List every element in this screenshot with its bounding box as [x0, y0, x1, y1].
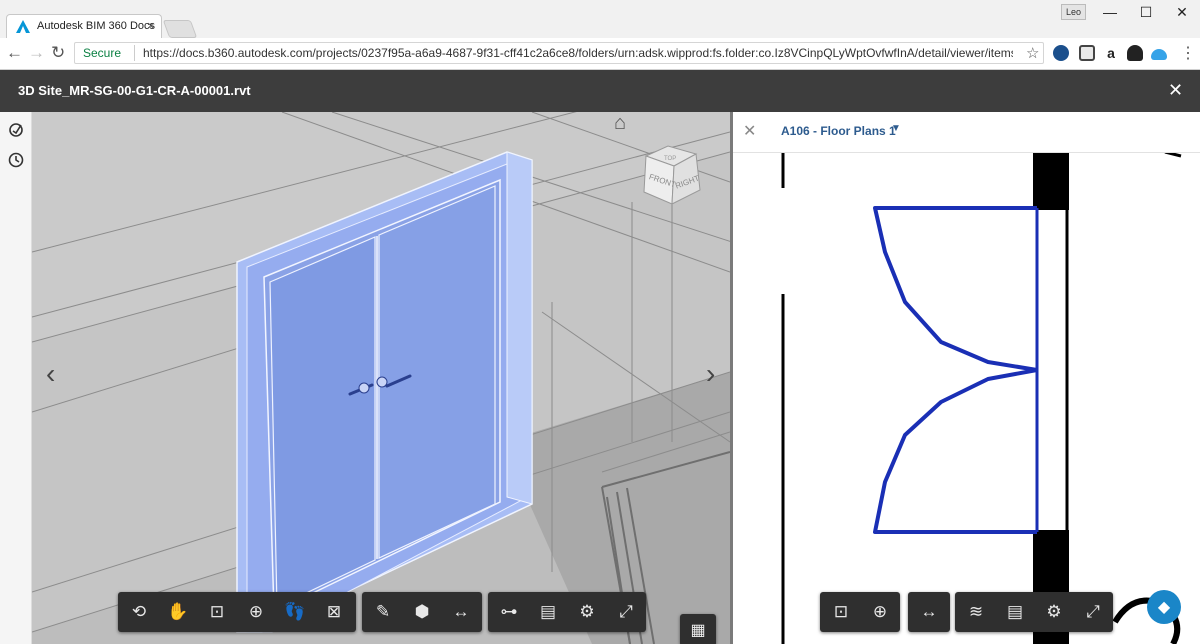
fit-to-view-icon[interactable]: ⊡ — [198, 592, 236, 632]
extension-globe-icon[interactable] — [1053, 45, 1069, 61]
markup-icon[interactable]: ✎ — [364, 592, 402, 632]
browser-tabstrip: Autodesk BIM 360 Docs × Leo — ☐ ✕ — [0, 0, 1200, 38]
browser-menu-icon[interactable]: ⋮ — [1180, 43, 1196, 63]
measure-toolbar-2d: ↔ — [908, 592, 950, 632]
settings-toolbar-2d: ≋ ▤ ⚙ ⤢ — [955, 592, 1113, 632]
fullscreen-icon[interactable]: ⤢ — [607, 592, 645, 632]
profile-chip[interactable]: Leo — [1061, 4, 1087, 20]
home-view-icon[interactable]: ⌂ — [614, 112, 626, 135]
properties-icon[interactable]: ▤ — [996, 592, 1034, 632]
chevron-down-icon[interactable]: ▼ — [891, 123, 901, 134]
window-close-icon[interactable]: ✕ — [1172, 4, 1192, 21]
first-person-icon[interactable]: 👣 — [276, 592, 314, 632]
navigation-toolbar-2d: ⊡ ⊕ — [820, 592, 900, 632]
properties-icon[interactable]: ▤ — [529, 592, 567, 632]
viewer-2d-pane: ✕ A106 - Floor Plans 1 ▼ ⊡ ⊕ ↔ ≋ ▤ ⚙ ⤢ ◆ — [733, 112, 1200, 644]
tab-close-icon[interactable]: × — [147, 18, 155, 33]
floor-plan-canvas[interactable] — [733, 152, 1200, 644]
settings-icon[interactable]: ⚙ — [1035, 592, 1073, 632]
autodesk-logo-icon — [16, 20, 30, 33]
zoom-window-icon[interactable]: ⊕ — [237, 592, 275, 632]
back-icon[interactable]: ← — [6, 43, 23, 63]
measure-icon[interactable]: ↔ — [910, 592, 948, 632]
next-view-icon[interactable]: › — [706, 358, 715, 390]
viewcube[interactable]: FRONT RIGHT TOP — [638, 142, 706, 210]
orbit-icon[interactable]: ⟲ — [120, 592, 158, 632]
cloud-icon[interactable] — [1151, 49, 1167, 60]
measure-icon[interactable]: ↔ — [442, 592, 480, 632]
sheet-header: ✕ A106 - Floor Plans 1 ▼ — [733, 112, 1200, 153]
maximize-icon[interactable]: ☐ — [1136, 4, 1156, 21]
navigation-toolbar: ⟲ ✋ ⊡ ⊕ 👣 ⊠ — [118, 592, 356, 632]
modeling-toolbar: ✎ ⬢ ↔ — [362, 592, 482, 632]
reload-icon[interactable]: ↻ — [51, 43, 65, 63]
viewer-header: 3D Site_MR-SG-00-G1-CR-A-00001.rvt ✕ — [0, 70, 1200, 112]
url-divider — [134, 45, 135, 61]
browser-tab[interactable]: Autodesk BIM 360 Docs × — [6, 14, 162, 38]
tab-title: Autodesk BIM 360 Docs — [37, 20, 156, 32]
extension-shield-icon[interactable] — [1127, 45, 1143, 61]
markup-rail-icon[interactable] — [8, 122, 24, 138]
model-browser-icon[interactable]: ⊶ — [490, 592, 528, 632]
fullscreen-icon[interactable]: ⤢ — [1074, 592, 1112, 632]
previous-view-icon[interactable]: ‹ — [46, 358, 55, 390]
help-learning-icon[interactable]: ◆ — [1147, 590, 1181, 624]
minimize-icon[interactable]: — — [1100, 4, 1120, 20]
layers-icon[interactable]: ≋ — [957, 592, 995, 632]
model-3d-scene — [32, 112, 730, 644]
bookmark-star-icon[interactable]: ☆ — [1026, 44, 1039, 62]
sheet-close-icon[interactable]: ✕ — [743, 121, 756, 141]
viewer-3d-canvas[interactable]: ⌂ FRONT RIGHT TOP ‹ › ⟲ ✋ ⊡ ⊕ 👣 ⊠ ✎ ⬢ ↔ ⊶ ▤ ⚙ ⤢ ▦ — [32, 112, 730, 644]
new-tab-button[interactable] — [162, 20, 198, 38]
fit-to-view-icon[interactable]: ⊡ — [822, 592, 860, 632]
viewcube-top-label: TOP — [664, 156, 676, 162]
section-box-icon[interactable]: ⊠ — [315, 592, 353, 632]
forward-icon[interactable]: → — [28, 43, 45, 63]
address-bar[interactable]: Secure https://docs.b360.autodesk.com/pr… — [74, 42, 1044, 64]
amazon-icon[interactable]: a — [1103, 45, 1119, 61]
settings-toolbar: ⊶ ▤ ⚙ ⤢ — [488, 592, 646, 632]
viewer-close-icon[interactable]: ✕ — [1168, 80, 1183, 101]
history-clock-icon[interactable] — [8, 152, 24, 168]
sheet-selector[interactable]: A106 - Floor Plans 1 — [781, 124, 896, 138]
pocket-icon[interactable] — [1079, 45, 1095, 61]
zoom-window-icon[interactable]: ⊕ — [861, 592, 899, 632]
settings-icon[interactable]: ⚙ — [568, 592, 606, 632]
explode-icon[interactable]: ⬢ — [403, 592, 441, 632]
pan-hand-icon[interactable]: ✋ — [159, 592, 197, 632]
url-text[interactable]: https://docs.b360.autodesk.com/projects/… — [143, 46, 1013, 60]
left-rail — [0, 112, 32, 644]
secure-label: Secure — [83, 46, 122, 60]
file-title: 3D Site_MR-SG-00-G1-CR-A-00001.rvt — [18, 83, 251, 98]
grid-toggle-button[interactable]: ▦ — [680, 614, 716, 644]
